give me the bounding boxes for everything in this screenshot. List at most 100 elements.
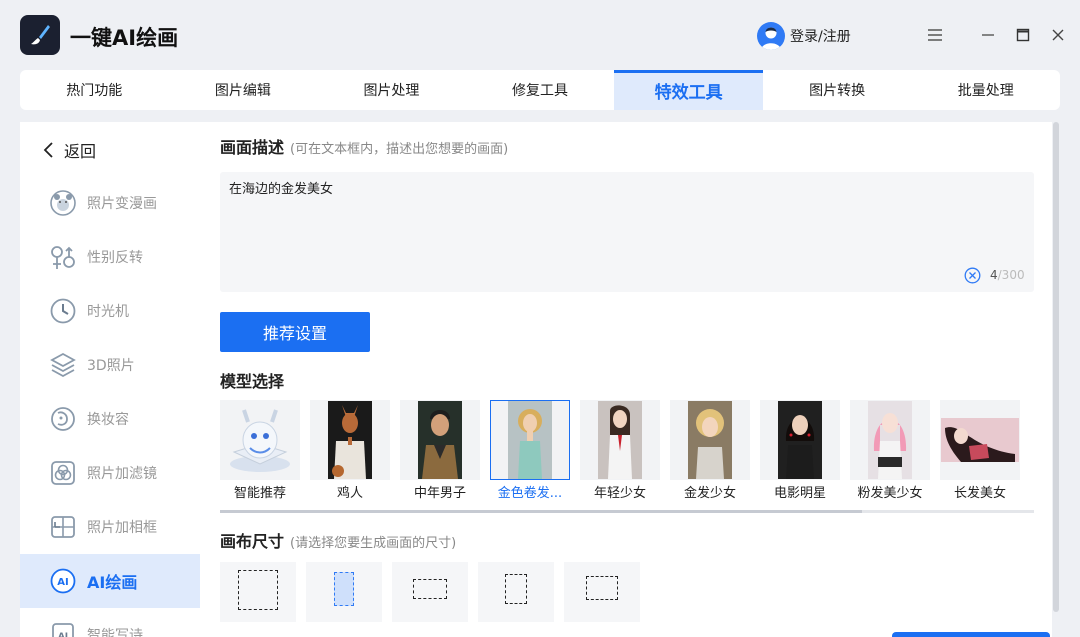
model-label: 中年男子 [413, 486, 466, 500]
description-value: 在海边的金发美女 [229, 182, 334, 197]
model-item-smart[interactable]: 智能推荐 [220, 400, 300, 500]
sidebar-item-label: 时光机 [87, 304, 129, 320]
sidebar-item-ai-paint[interactable]: AI AI绘画 [20, 554, 200, 608]
minimize-icon[interactable] [977, 24, 999, 46]
description-hint: (可在文本框内，描述出您想要的画面) [290, 142, 509, 157]
model-thumbnail [670, 400, 750, 480]
model-thumbnail [760, 400, 840, 480]
char-count: 4 [990, 268, 998, 282]
sidebar-item-ai-poem[interactable]: AI 智能写诗 [20, 608, 200, 637]
tab-image-convert[interactable]: 图片转换 [763, 70, 912, 110]
tab-image-edit[interactable]: 图片编辑 [169, 70, 318, 110]
model-item-pink-hair-girl[interactable]: 粉发美少女 [850, 400, 930, 500]
sidebar-item-label: 换妆容 [87, 412, 129, 428]
clear-icon[interactable] [964, 267, 981, 284]
sidebar-item-gender-swap[interactable]: 性别反转 [20, 230, 200, 284]
size-option-portrait[interactable] [478, 562, 554, 622]
sidebar-item-makeup[interactable]: 换妆容 [20, 392, 200, 446]
model-label: 金色卷发... [497, 486, 563, 500]
size-option-landscape-wide[interactable] [392, 562, 468, 622]
title-bar: 一键AI绘画 登录/注册 [0, 0, 1080, 70]
description-textarea[interactable]: 在海边的金发美女 4/300 [220, 172, 1034, 292]
recommend-settings-button[interactable]: 推荐设置 [220, 312, 370, 352]
gender-icon [48, 242, 78, 272]
ai-paint-icon: AI [48, 566, 78, 596]
canvas-size-hint: (请选择您要生成画面的尺寸) [290, 536, 457, 551]
sidebar-item-label: 照片加相框 [87, 520, 157, 536]
ai-poem-icon: AI [48, 620, 78, 637]
description-section-title: 画面描述 (可在文本框内，描述出您想要的画面) [220, 134, 508, 158]
model-label: 粉发美少女 [857, 486, 923, 500]
sidebar-item-time-machine[interactable]: 时光机 [20, 284, 200, 338]
sidebar-item-label: 照片加滤镜 [87, 466, 157, 482]
sidebar-item-label: 性别反转 [87, 250, 143, 266]
makeup-icon [48, 404, 78, 434]
sidebar-item-label: 3D照片 [87, 358, 135, 374]
model-thumbnail [490, 400, 570, 480]
chevron-left-icon [43, 142, 53, 158]
model-item-movie-star[interactable]: 电影明星 [760, 400, 840, 500]
model-label: 长发美女 [953, 486, 1006, 500]
sidebar-item-label: 智能写诗 [87, 628, 143, 637]
sidebar-item-filter[interactable]: 照片加滤镜 [20, 446, 200, 500]
size-frame-icon [413, 579, 447, 599]
back-button[interactable]: 返回 [42, 138, 96, 162]
model-item-rooster-man[interactable]: 鸡人 [310, 400, 390, 500]
model-list-scroll-thumb[interactable] [220, 510, 862, 513]
tab-hot-features[interactable]: 热门功能 [20, 70, 169, 110]
sidebar-item-photo-to-cartoon[interactable]: 照片变漫画 [20, 176, 200, 230]
top-tab-bar: 热门功能 图片编辑 图片处理 修复工具 特效工具 图片转换 批量处理 [20, 70, 1060, 110]
description-title: 画面描述 [220, 138, 285, 157]
sidebar-item-label: AI绘画 [87, 573, 138, 592]
char-max: /300 [997, 268, 1025, 282]
model-item-middle-aged-man[interactable]: 中年男子 [400, 400, 480, 500]
size-option-square[interactable] [220, 562, 296, 622]
maximize-icon[interactable] [1012, 24, 1034, 46]
model-thumbnail [400, 400, 480, 480]
login-label: 登录/注册 [790, 29, 851, 45]
svg-text:AI: AI [58, 632, 68, 637]
model-thumbnail [850, 400, 930, 480]
tab-batch-process[interactable]: 批量处理 [911, 70, 1060, 110]
close-icon[interactable] [1047, 24, 1069, 46]
clock-icon [48, 296, 78, 326]
char-counter: 4/300 [990, 268, 1025, 282]
model-list: 智能推荐 鸡人 中年男子 金色卷发... 年轻少女 金发少女 电影明星 粉发美少… [220, 400, 1034, 500]
size-frame-icon [334, 572, 354, 606]
back-label: 返回 [64, 142, 97, 161]
model-item-young-girl[interactable]: 年轻少女 [580, 400, 660, 500]
tab-effect-tools[interactable]: 特效工具 [614, 70, 763, 110]
svg-text:AI: AI [57, 577, 68, 588]
tab-image-process[interactable]: 图片处理 [317, 70, 466, 110]
model-item-blonde-girl[interactable]: 金发少女 [670, 400, 750, 500]
size-option-portrait-tall[interactable] [306, 562, 382, 622]
sidebar-item-3d-photo[interactable]: 3D照片 [20, 338, 200, 392]
sidebar-item-photo-frame[interactable]: 照片加相框 [20, 500, 200, 554]
model-section-title: 模型选择 [220, 372, 285, 391]
model-label: 电影明星 [773, 486, 826, 500]
model-item-long-hair-beauty[interactable]: 长发美女 [940, 400, 1020, 500]
size-frame-icon [238, 570, 278, 610]
sidebar: 返回 照片变漫画 性别反转 时光机 3D照片 换妆容 照片加滤镜 照片加相框 A… [20, 122, 200, 637]
model-list-scrollbar[interactable] [220, 510, 1034, 513]
model-thumbnail [580, 400, 660, 480]
bear-face-icon [48, 188, 78, 218]
model-label: 年轻少女 [593, 486, 646, 500]
menu-icon[interactable] [924, 24, 946, 46]
main-panel: 画面描述 (可在文本框内，描述出您想要的画面) 在海边的金发美女 4/300 推荐… [200, 122, 1052, 637]
model-thumbnail [310, 400, 390, 480]
tab-repair-tools[interactable]: 修复工具 [466, 70, 615, 110]
main-scrollbar[interactable] [1053, 122, 1059, 612]
model-thumbnail [220, 400, 300, 480]
login-button[interactable]: 登录/注册 [757, 22, 851, 50]
sidebar-item-label: 照片变漫画 [87, 196, 157, 212]
model-label: 鸡人 [336, 486, 363, 500]
size-frame-icon [505, 574, 527, 604]
canvas-size-section-title: 画布尺寸 (请选择您要生成画面的尺寸) [220, 528, 456, 552]
layers-icon [48, 350, 78, 380]
model-item-golden-curly[interactable]: 金色卷发... [490, 400, 570, 500]
generate-button[interactable] [892, 632, 1050, 637]
size-option-landscape[interactable] [564, 562, 640, 622]
user-avatar-icon [757, 22, 785, 50]
model-label: 金发少女 [683, 486, 736, 500]
